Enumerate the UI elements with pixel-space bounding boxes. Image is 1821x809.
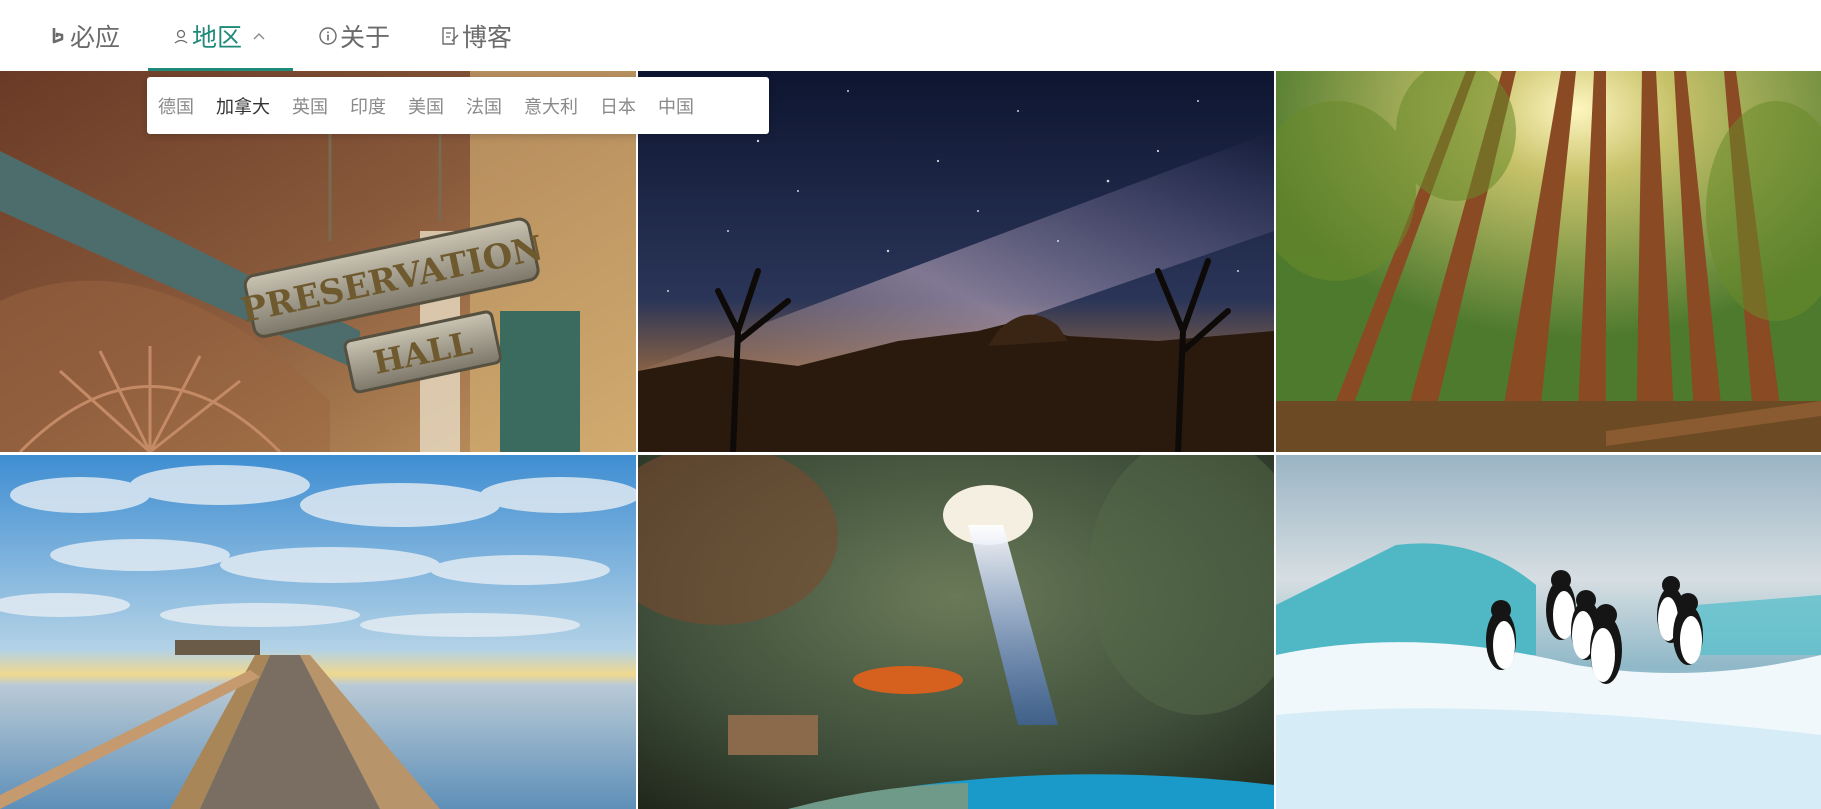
region-option-japan[interactable]: 日本	[600, 93, 636, 119]
wallpaper-tile-penguins[interactable]	[1276, 455, 1821, 809]
top-navigation: 必应 地区 关于 博客	[0, 0, 1821, 71]
document-edit-icon	[440, 25, 460, 47]
nav-about-label: 关于	[340, 22, 391, 52]
wallpaper-tile-pier-clouds[interactable]	[0, 455, 636, 809]
info-icon	[318, 26, 338, 46]
chevron-up-icon	[252, 31, 266, 41]
bing-logo-icon	[50, 26, 68, 46]
region-option-france[interactable]: 法国	[466, 93, 502, 119]
location-pin-icon	[172, 27, 190, 45]
wallpaper-tile-cave-light[interactable]	[638, 455, 1274, 809]
nav-blog[interactable]: 博客	[440, 0, 512, 71]
region-dropdown: 德国 加拿大 英国 印度 美国 法国 意大利 日本 中国	[147, 77, 769, 134]
nav-region-label: 地区	[192, 22, 243, 52]
region-option-india[interactable]: 印度	[350, 93, 386, 119]
nav-region-menu[interactable]: 地区	[172, 0, 266, 71]
region-option-canada[interactable]: 加拿大	[216, 93, 270, 119]
region-option-italy[interactable]: 意大利	[524, 93, 578, 119]
wallpaper-grid: PRESERVATION HALL	[0, 71, 1821, 809]
nav-bing-home[interactable]: 必应	[50, 0, 120, 71]
nav-bing-label: 必应	[70, 22, 121, 52]
region-option-china[interactable]: 中国	[658, 93, 694, 119]
region-option-usa[interactable]: 美国	[408, 93, 444, 119]
region-option-uk[interactable]: 英国	[292, 93, 328, 119]
nav-about[interactable]: 关于	[318, 0, 390, 71]
wallpaper-tile-redwood-forest[interactable]	[1276, 71, 1821, 452]
active-tab-underline	[148, 68, 293, 71]
region-option-germany[interactable]: 德国	[158, 93, 194, 119]
nav-blog-label: 博客	[462, 22, 513, 52]
